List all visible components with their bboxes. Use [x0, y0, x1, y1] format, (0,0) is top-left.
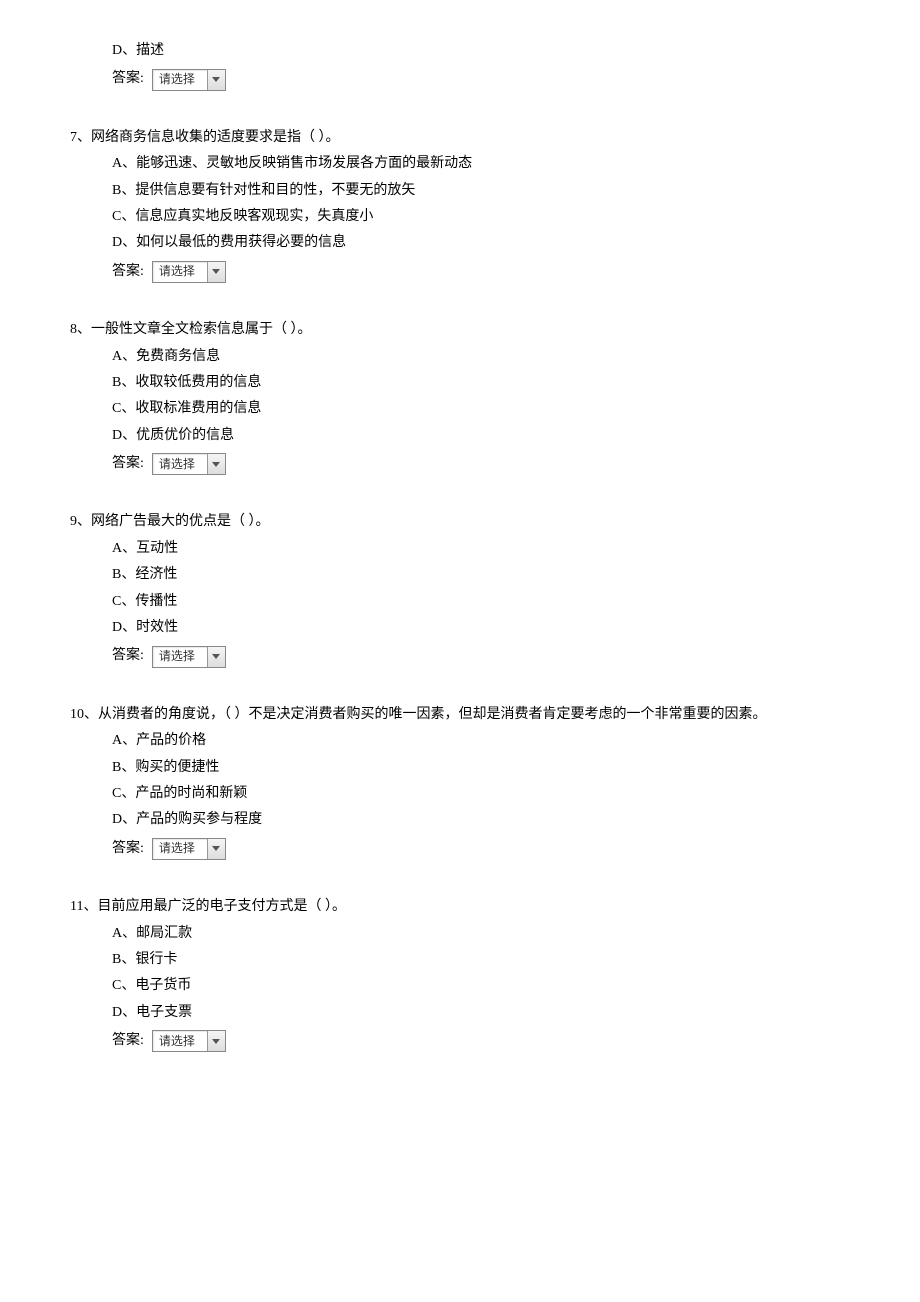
select-placeholder: 请选择: [153, 455, 207, 474]
answer-label: 答案:: [112, 645, 144, 667]
answer-label: 答案:: [112, 1030, 144, 1052]
option-c: C、收取标准费用的信息: [112, 398, 850, 420]
options: A、邮局汇款 B、银行卡 C、电子货币 D、电子支票: [112, 923, 850, 1025]
options: A、能够迅速、灵敏地反映销售市场发展各方面的最新动态 B、提供信息要有针对性和目…: [112, 153, 850, 255]
question-number: 10、: [70, 707, 98, 722]
option-b: B、银行卡: [112, 949, 850, 971]
option-c: C、电子货币: [112, 975, 850, 997]
option-d: D、时效性: [112, 617, 850, 639]
chevron-down-icon: [212, 654, 220, 659]
option-d: D、描述: [112, 40, 850, 62]
option-d: D、电子支票: [112, 1002, 850, 1024]
option-b: B、收取较低费用的信息: [112, 372, 850, 394]
question-stem: 目前应用最广泛的电子支付方式是（ ）。: [97, 899, 346, 914]
option-a: A、邮局汇款: [112, 923, 850, 945]
answer-select[interactable]: 请选择: [152, 1030, 226, 1052]
option-b: B、经济性: [112, 564, 850, 586]
answer-row: 答案: 请选择: [112, 68, 850, 90]
question-10: 10、从消费者的角度说，（ ）不是决定消费者购买的唯一因素，但却是消费者肯定要考…: [70, 704, 850, 860]
answer-label: 答案:: [112, 453, 144, 475]
select-placeholder: 请选择: [153, 839, 207, 858]
orphan-question-block: D、描述 答案: 请选择: [70, 40, 850, 91]
question-text: 9、网络广告最大的优点是（ ）。: [70, 511, 850, 533]
question-stem: 从消费者的角度说，（ ）不是决定消费者购买的唯一因素，但却是消费者肯定要考虑的一…: [98, 707, 767, 722]
dropdown-button[interactable]: [207, 647, 225, 667]
answer-select[interactable]: 请选择: [152, 69, 226, 91]
select-placeholder: 请选择: [153, 647, 207, 666]
question-text: 10、从消费者的角度说，（ ）不是决定消费者购买的唯一因素，但却是消费者肯定要考…: [70, 704, 850, 726]
option-d: D、产品的购买参与程度: [112, 809, 850, 831]
question-number: 8、: [70, 322, 91, 337]
question-number: 9、: [70, 514, 91, 529]
option-c: C、信息应真实地反映客观现实，失真度小: [112, 206, 850, 228]
answer-select[interactable]: 请选择: [152, 453, 226, 475]
question-11: 11、目前应用最广泛的电子支付方式是（ ）。 A、邮局汇款 B、银行卡 C、电子…: [70, 896, 850, 1052]
dropdown-button[interactable]: [207, 1031, 225, 1051]
question-stem: 网络商务信息收集的适度要求是指（ ）。: [91, 130, 340, 145]
question-stem: 网络广告最大的优点是（ ）。: [91, 514, 270, 529]
option-c: C、产品的时尚和新颖: [112, 783, 850, 805]
option-a: A、免费商务信息: [112, 346, 850, 368]
chevron-down-icon: [212, 846, 220, 851]
dropdown-button[interactable]: [207, 454, 225, 474]
answer-row: 答案: 请选择: [112, 645, 850, 667]
option-b: B、提供信息要有针对性和目的性，不要无的放矢: [112, 180, 850, 202]
question-8: 8、一般性文章全文检索信息属于（ ）。 A、免费商务信息 B、收取较低费用的信息…: [70, 319, 850, 475]
option-d: D、如何以最低的费用获得必要的信息: [112, 232, 850, 254]
option-d: D、优质优价的信息: [112, 425, 850, 447]
option-a: A、产品的价格: [112, 730, 850, 752]
option-a: A、互动性: [112, 538, 850, 560]
answer-select[interactable]: 请选择: [152, 838, 226, 860]
answer-label: 答案:: [112, 68, 144, 90]
answer-row: 答案: 请选择: [112, 261, 850, 283]
options: A、免费商务信息 B、收取较低费用的信息 C、收取标准费用的信息 D、优质优价的…: [112, 346, 850, 448]
chevron-down-icon: [212, 1039, 220, 1044]
chevron-down-icon: [212, 462, 220, 467]
select-placeholder: 请选择: [153, 1032, 207, 1051]
question-7: 7、网络商务信息收集的适度要求是指（ ）。 A、能够迅速、灵敏地反映销售市场发展…: [70, 127, 850, 283]
option-a: A、能够迅速、灵敏地反映销售市场发展各方面的最新动态: [112, 153, 850, 175]
options: A、产品的价格 B、购买的便捷性 C、产品的时尚和新颖 D、产品的购买参与程度: [112, 730, 850, 832]
answer-label: 答案:: [112, 261, 144, 283]
dropdown-button[interactable]: [207, 262, 225, 282]
option-b: B、购买的便捷性: [112, 757, 850, 779]
dropdown-button[interactable]: [207, 70, 225, 90]
select-placeholder: 请选择: [153, 70, 207, 89]
answer-select[interactable]: 请选择: [152, 646, 226, 668]
answer-row: 答案: 请选择: [112, 838, 850, 860]
answer-row: 答案: 请选择: [112, 453, 850, 475]
answer-select[interactable]: 请选择: [152, 261, 226, 283]
chevron-down-icon: [212, 77, 220, 82]
options: A、互动性 B、经济性 C、传播性 D、时效性: [112, 538, 850, 640]
question-text: 7、网络商务信息收集的适度要求是指（ ）。: [70, 127, 850, 149]
question-stem: 一般性文章全文检索信息属于（ ）。: [91, 322, 312, 337]
chevron-down-icon: [212, 269, 220, 274]
question-text: 8、一般性文章全文检索信息属于（ ）。: [70, 319, 850, 341]
answer-row: 答案: 请选择: [112, 1030, 850, 1052]
dropdown-button[interactable]: [207, 839, 225, 859]
question-number: 11、: [70, 899, 97, 914]
select-placeholder: 请选择: [153, 262, 207, 281]
question-number: 7、: [70, 130, 91, 145]
answer-label: 答案:: [112, 838, 144, 860]
question-9: 9、网络广告最大的优点是（ ）。 A、互动性 B、经济性 C、传播性 D、时效性…: [70, 511, 850, 667]
question-text: 11、目前应用最广泛的电子支付方式是（ ）。: [70, 896, 850, 918]
option-c: C、传播性: [112, 591, 850, 613]
